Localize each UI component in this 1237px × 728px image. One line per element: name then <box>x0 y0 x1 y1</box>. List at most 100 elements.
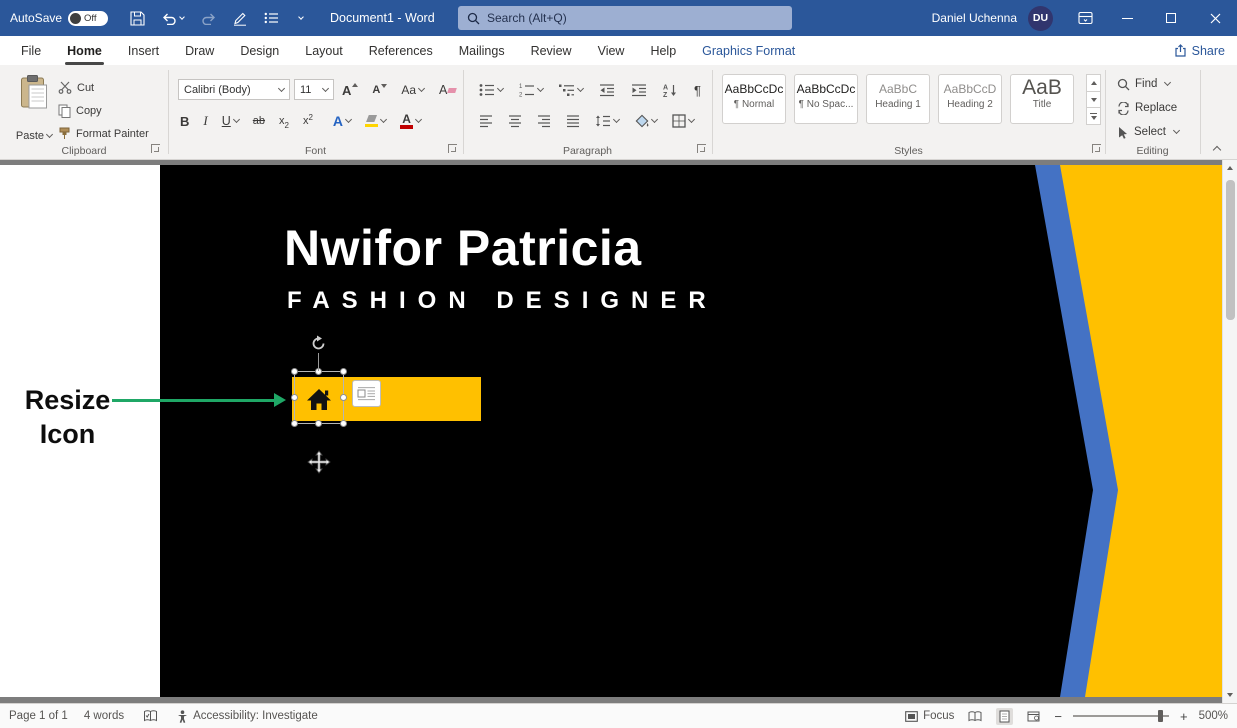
shrink-font-button[interactable]: A <box>370 84 388 96</box>
tab-help[interactable]: Help <box>637 36 689 65</box>
tab-layout[interactable]: Layout <box>292 36 356 65</box>
page-number-status[interactable]: Page 1 of 1 <box>9 710 68 722</box>
borders-button[interactable] <box>670 114 696 128</box>
autosave-toggle[interactable]: Off <box>68 11 108 26</box>
tab-review[interactable]: Review <box>518 36 585 65</box>
text-highlight-button[interactable] <box>363 115 388 127</box>
minimize-button[interactable] <box>1105 0 1149 36</box>
style-no-spacing[interactable]: AaBbCcDc ¶ No Spac... <box>794 74 858 124</box>
styles-dialog-launcher-icon[interactable] <box>1092 144 1101 153</box>
tab-file[interactable]: File <box>8 36 54 65</box>
tab-graphics-format[interactable]: Graphics Format <box>689 36 808 65</box>
zoom-in-button[interactable]: + <box>1180 709 1188 724</box>
find-button[interactable]: Find <box>1117 74 1170 94</box>
paste-button[interactable]: Paste <box>10 70 58 146</box>
styles-scroll-down-icon[interactable] <box>1086 91 1101 109</box>
scroll-down-icon[interactable] <box>1227 693 1233 697</box>
change-case-button[interactable]: Aa <box>399 83 426 97</box>
font-size-combo[interactable]: 11 <box>294 79 334 100</box>
save-icon[interactable] <box>130 11 145 26</box>
align-center-button[interactable] <box>506 114 524 128</box>
tab-design[interactable]: Design <box>227 36 292 65</box>
style-title[interactable]: AaB Title <box>1010 74 1074 124</box>
style-normal[interactable]: AaBbCcDc ¶ Normal <box>722 74 786 124</box>
cut-button[interactable]: Cut <box>58 77 94 98</box>
decrease-indent-button[interactable] <box>597 83 617 97</box>
rotate-handle-icon[interactable] <box>310 335 327 357</box>
move-cursor-icon[interactable] <box>307 450 331 479</box>
user-avatar[interactable]: DU <box>1028 6 1053 31</box>
bulleted-list-icon[interactable] <box>264 12 279 24</box>
undo-button[interactable] <box>162 12 184 25</box>
clear-formatting-button[interactable]: A <box>437 83 458 97</box>
scroll-up-icon[interactable] <box>1227 166 1233 170</box>
numbering-button[interactable]: 12 <box>517 83 545 97</box>
styles-scroll-up-icon[interactable] <box>1086 74 1101 92</box>
subscript-button[interactable]: x2 <box>277 115 291 127</box>
copy-button[interactable]: Copy <box>58 100 102 121</box>
align-right-button[interactable] <box>535 114 553 128</box>
selection-box[interactable] <box>294 371 344 424</box>
font-dialog-launcher-icon[interactable] <box>448 144 457 153</box>
word-count-status[interactable]: 4 words <box>84 710 124 722</box>
zoom-slider-thumb[interactable] <box>1158 710 1163 722</box>
resize-handle-nw[interactable] <box>291 368 298 375</box>
close-button[interactable] <box>1193 0 1237 36</box>
underline-button[interactable]: U <box>220 114 241 128</box>
ribbon-display-options-icon[interactable] <box>1065 0 1105 36</box>
justify-button[interactable] <box>564 114 582 128</box>
proofing-errors-icon[interactable] <box>140 708 161 724</box>
share-button[interactable]: Share <box>1174 36 1225 65</box>
increase-indent-button[interactable] <box>629 83 649 97</box>
grow-font-button[interactable]: A <box>340 83 359 98</box>
scrollbar-thumb[interactable] <box>1226 180 1235 320</box>
tab-home[interactable]: Home <box>54 36 115 65</box>
styles-gallery-more-icon[interactable] <box>1086 107 1101 125</box>
format-painter-button[interactable]: Format Painter <box>58 123 149 144</box>
font-name-combo[interactable]: Calibri (Body) <box>178 79 290 100</box>
tab-insert[interactable]: Insert <box>115 36 172 65</box>
tab-draw[interactable]: Draw <box>172 36 227 65</box>
tab-references[interactable]: References <box>356 36 446 65</box>
document-page[interactable]: Nwifor Patricia FASHION DESIGNER <box>0 165 1222 697</box>
resize-handle-sw[interactable] <box>291 420 298 427</box>
layout-options-button[interactable] <box>352 380 381 407</box>
italic-button[interactable]: I <box>201 113 209 129</box>
card-subtitle-text[interactable]: FASHION DESIGNER <box>287 287 718 315</box>
web-layout-button[interactable] <box>1024 709 1043 724</box>
resize-handle-e[interactable] <box>340 394 347 401</box>
show-formatting-marks-button[interactable]: ¶ <box>692 83 703 98</box>
user-name[interactable]: Daniel Uchenna <box>932 11 1017 25</box>
print-layout-button[interactable] <box>996 708 1013 725</box>
tab-view[interactable]: View <box>585 36 638 65</box>
editor-pen-icon[interactable] <box>233 11 247 26</box>
shading-button[interactable] <box>632 114 659 128</box>
card-name-text[interactable]: Nwifor Patricia <box>284 219 642 277</box>
replace-button[interactable]: Replace <box>1117 98 1177 118</box>
bold-button[interactable]: B <box>178 114 191 129</box>
tab-mailings[interactable]: Mailings <box>446 36 518 65</box>
qat-customize-chevron-icon[interactable] <box>296 18 303 19</box>
superscript-button[interactable]: x2 <box>301 115 315 127</box>
zoom-slider[interactable] <box>1073 715 1169 717</box>
resize-handle-ne[interactable] <box>340 368 347 375</box>
bullets-button[interactable] <box>477 83 505 97</box>
text-effects-button[interactable]: A <box>331 113 353 129</box>
resize-handle-se[interactable] <box>340 420 347 427</box>
paragraph-dialog-launcher-icon[interactable] <box>697 144 706 153</box>
maximize-button[interactable] <box>1149 0 1193 36</box>
focus-mode-button[interactable]: Focus <box>905 710 954 722</box>
search-input[interactable] <box>487 11 783 25</box>
strikethrough-button[interactable]: ab <box>251 115 267 127</box>
style-heading-1[interactable]: AaBbC Heading 1 <box>866 74 930 124</box>
resize-handle-s[interactable] <box>315 420 322 427</box>
clipboard-dialog-launcher-icon[interactable] <box>151 144 160 153</box>
collapse-ribbon-chevron-icon[interactable] <box>1210 142 1224 154</box>
accessibility-status[interactable]: Accessibility: Investigate <box>177 710 318 723</box>
read-mode-button[interactable] <box>965 709 985 724</box>
redo-button[interactable] <box>201 12 216 25</box>
resize-handle-w[interactable] <box>291 394 298 401</box>
zoom-level[interactable]: 500% <box>1199 710 1228 722</box>
search-box[interactable] <box>458 6 792 30</box>
align-left-button[interactable] <box>477 114 495 128</box>
